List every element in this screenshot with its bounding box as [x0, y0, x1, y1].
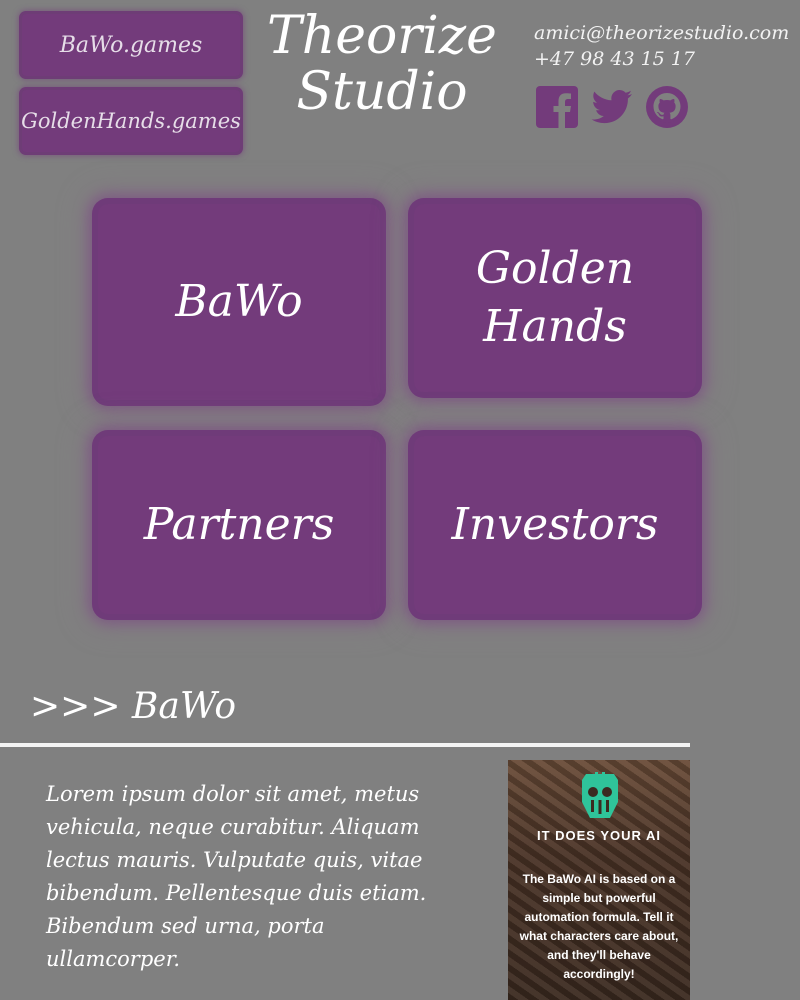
- tile-bawo-label: BaWo: [175, 276, 303, 327]
- bawo-games-link-label: BaWo.games: [59, 32, 203, 58]
- tile-partners[interactable]: Partners: [98, 436, 380, 614]
- site-title-line2: Studio: [296, 62, 468, 122]
- goldenhands-games-link[interactable]: GoldenHands.games: [21, 90, 241, 152]
- tile-investors-label: Investors: [451, 499, 659, 550]
- section-body-text: Lorem ipsum dolor sit amet, metus vehicu…: [46, 782, 427, 971]
- github-icon[interactable]: [644, 84, 690, 130]
- tile-golden-hands-label-line1: Golden: [475, 243, 635, 294]
- contact-phone: +47 98 43 15 17: [534, 48, 695, 70]
- tile-investors[interactable]: Investors: [414, 436, 696, 614]
- robot-mask-icon: [582, 772, 618, 818]
- promo-heading: IT DOES YOUR AI: [536, 828, 662, 843]
- facebook-icon[interactable]: [534, 84, 580, 130]
- section-divider: [0, 743, 690, 747]
- site-title: Theorize Studio: [262, 8, 502, 120]
- tile-golden-hands[interactable]: Golden Hands: [414, 204, 696, 392]
- bawo-ai-promo-card: IT DOES YOUR AI The BaWo AI is based on …: [508, 760, 690, 1000]
- contact-email[interactable]: amici@theorizestudio.com: [534, 22, 789, 44]
- section-heading: >>> BaWo: [30, 686, 237, 727]
- tile-partners-label: Partners: [143, 499, 335, 550]
- tile-bawo[interactable]: BaWo: [98, 204, 380, 400]
- tile-golden-hands-label-line2: Hands: [483, 301, 627, 352]
- bawo-games-link[interactable]: BaWo.games: [22, 14, 240, 76]
- twitter-icon[interactable]: [588, 84, 634, 130]
- goldenhands-games-link-label: GoldenHands.games: [21, 109, 241, 133]
- promo-text: The BaWo AI is based on a simple but pow…: [519, 872, 679, 981]
- site-title-line1: Theorize: [267, 6, 497, 66]
